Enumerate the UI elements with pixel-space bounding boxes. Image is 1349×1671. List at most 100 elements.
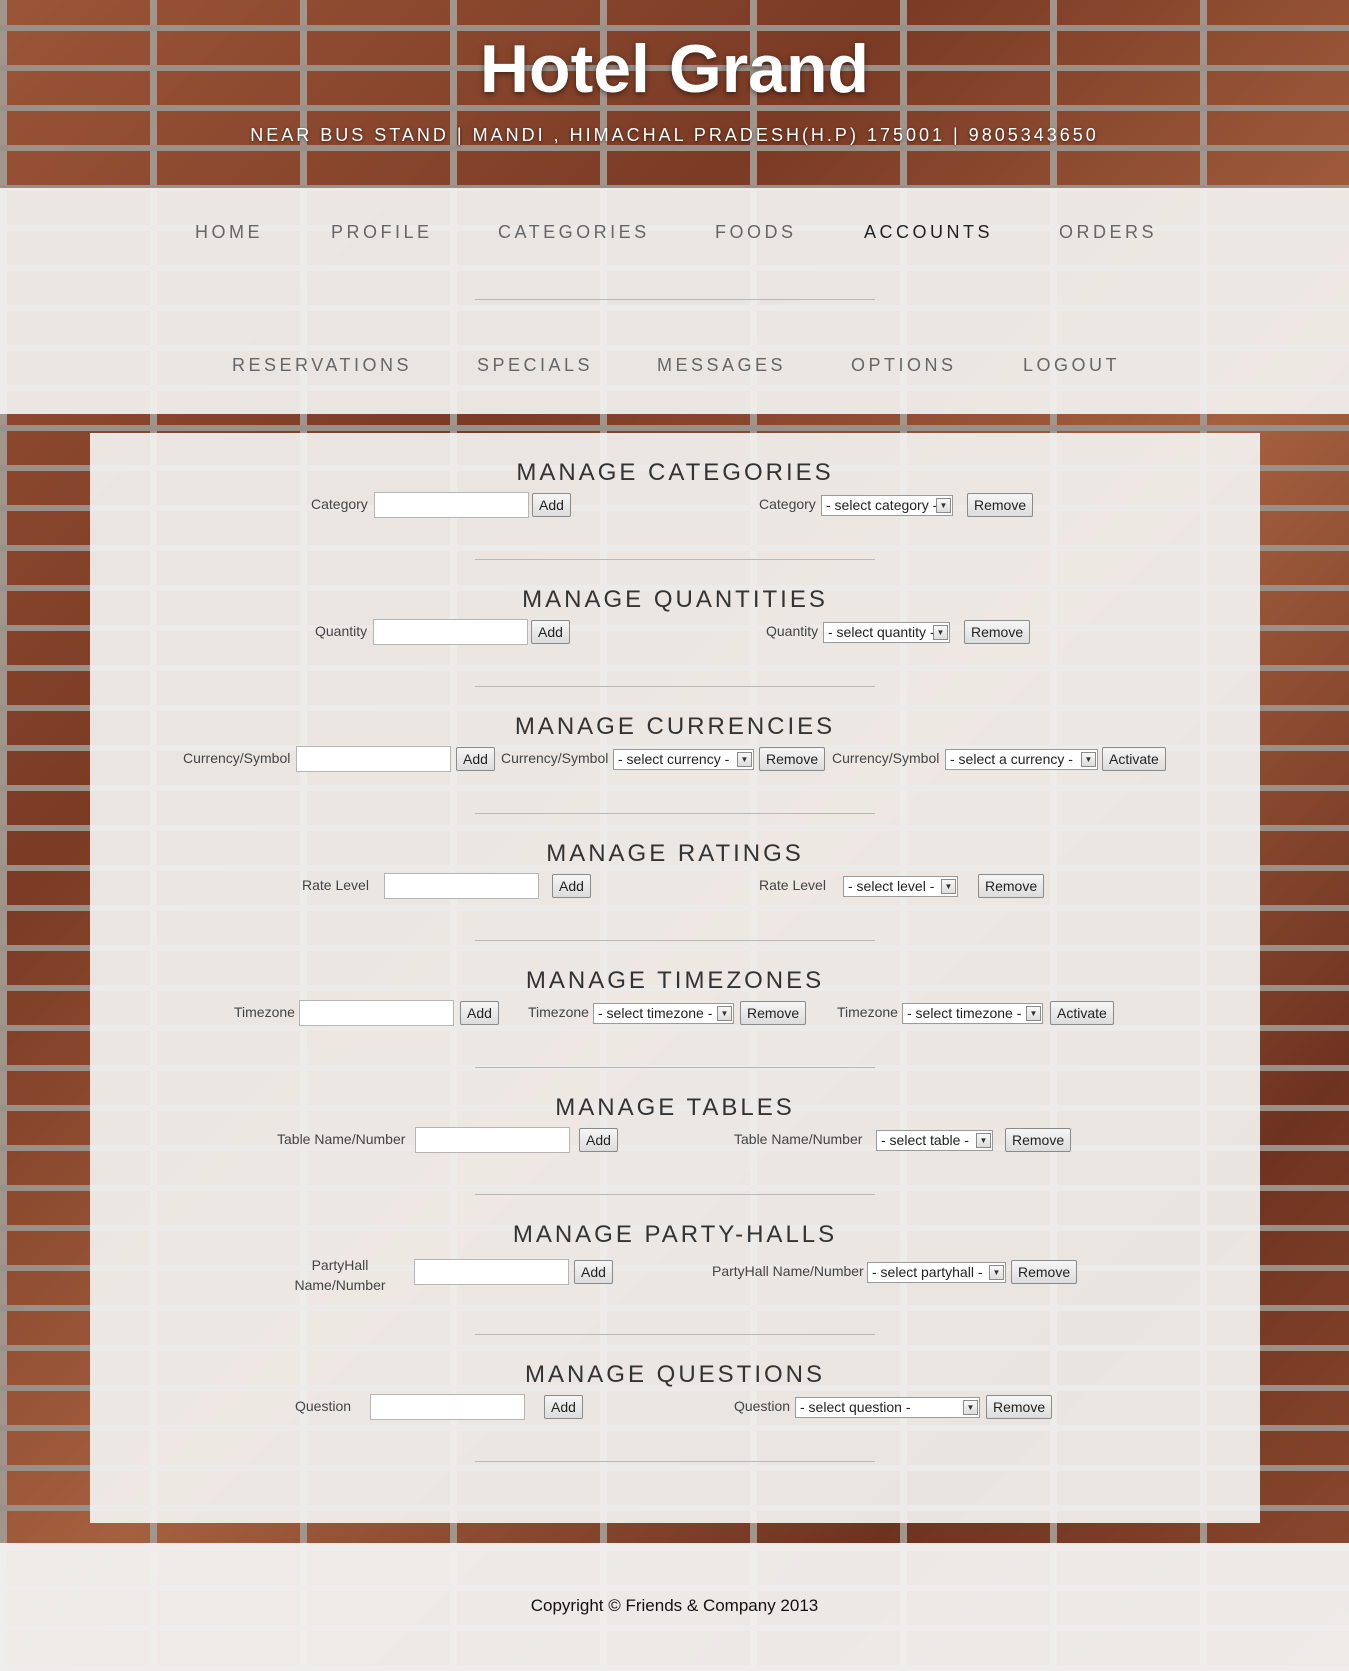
manage-quantities-section: MANAGE QUANTITIES Quantity Add Quantity … <box>90 560 1260 687</box>
partyhall-add-label: PartyHall Name/Number <box>294 1257 386 1293</box>
add-currency-button[interactable]: Add <box>456 747 495 771</box>
remove-partyhall-button[interactable]: Remove <box>1011 1260 1078 1284</box>
partyhall-select[interactable]: - select partyhall - ▼ <box>867 1262 1006 1283</box>
currency-input[interactable] <box>296 746 451 772</box>
nav-specials[interactable]: SPECIALS <box>477 355 593 376</box>
nav-orders[interactable]: ORDERS <box>1059 222 1157 243</box>
section-title: MANAGE QUESTIONS <box>524 1361 826 1388</box>
category-add-label: Category <box>311 496 368 512</box>
timezone-input[interactable] <box>299 1000 454 1026</box>
remove-rating-button[interactable]: Remove <box>978 874 1045 898</box>
quantity-select-value: - select quantity - <box>828 624 935 640</box>
chevron-down-icon: ▼ <box>963 1400 978 1415</box>
table-input[interactable] <box>415 1127 570 1153</box>
chevron-down-icon: ▼ <box>717 1006 732 1021</box>
chevron-down-icon: ▼ <box>989 1265 1004 1280</box>
table-select[interactable]: - select table - ▼ <box>876 1130 993 1151</box>
currency-activate-label: Currency/Symbol <box>832 750 940 766</box>
nav-logout[interactable]: LOGOUT <box>1023 355 1120 376</box>
quantity-input[interactable] <box>373 619 528 645</box>
copyright-text: Copyright © Friends & Company 2013 <box>530 1596 819 1615</box>
currency-select[interactable]: - select currency - ▼ <box>613 749 754 770</box>
section-divider <box>475 1461 875 1462</box>
table-add-label: Table Name/Number <box>277 1131 406 1147</box>
activate-timezone-button[interactable]: Activate <box>1050 1001 1114 1025</box>
remove-table-button[interactable]: Remove <box>1005 1128 1072 1152</box>
site-title: Hotel Grand <box>479 31 870 107</box>
table-select-value: - select table - <box>881 1132 969 1148</box>
add-timezone-button[interactable]: Add <box>460 1001 499 1025</box>
add-question-button[interactable]: Add <box>544 1395 583 1419</box>
nav-home[interactable]: HOME <box>195 222 263 243</box>
rating-select[interactable]: - select level - ▼ <box>843 876 958 897</box>
currency-add-label: Currency/Symbol <box>183 750 291 766</box>
remove-currency-button[interactable]: Remove <box>759 747 826 771</box>
currency-activate-select[interactable]: - select a currency - ▼ <box>945 749 1098 770</box>
category-select[interactable]: - select category - ▼ <box>821 495 953 516</box>
question-remove-label: Question <box>734 1398 791 1414</box>
category-select-value: - select category - <box>826 497 938 513</box>
quantity-remove-label: Quantity <box>766 623 819 639</box>
manage-categories-section: MANAGE CATEGORIES Category Add Category … <box>90 433 1260 560</box>
rate-level-input[interactable] <box>384 873 539 899</box>
manage-currencies-section: MANAGE CURRENCIES Currency/Symbol Add Cu… <box>90 687 1260 814</box>
partyhall-input[interactable] <box>414 1259 569 1285</box>
category-input[interactable] <box>374 492 529 518</box>
quantity-add-label: Quantity <box>315 623 368 639</box>
nav-divider <box>475 299 875 300</box>
section-title: MANAGE QUANTITIES <box>522 586 828 613</box>
question-add-label: Question <box>295 1398 352 1414</box>
nav-options[interactable]: OPTIONS <box>851 355 957 376</box>
category-remove-label: Category <box>759 496 816 512</box>
timezone-activate-select-value: - select timezone - <box>907 1005 1022 1021</box>
chevron-down-icon: ▼ <box>737 752 752 767</box>
timezone-select[interactable]: - select timezone - ▼ <box>593 1003 734 1024</box>
currency-activate-select-value: - select a currency - <box>950 751 1073 767</box>
site-address: NEAR BUS STAND | MANDI , HIMACHAL PRADES… <box>250 125 1099 145</box>
question-select[interactable]: - select question - ▼ <box>795 1397 980 1418</box>
add-rating-button[interactable]: Add <box>552 874 591 898</box>
add-table-button[interactable]: Add <box>579 1128 618 1152</box>
add-category-button[interactable]: Add <box>532 493 571 517</box>
chevron-down-icon: ▼ <box>936 498 951 513</box>
add-quantity-button[interactable]: Add <box>531 620 570 644</box>
section-title: MANAGE CATEGORIES <box>516 459 834 486</box>
remove-category-button[interactable]: Remove <box>967 493 1034 517</box>
nav-foods[interactable]: FOODS <box>715 222 797 243</box>
activate-currency-button[interactable]: Activate <box>1102 747 1166 771</box>
manage-questions-section: MANAGE QUESTIONS Question Add Question -… <box>90 1335 1260 1462</box>
manage-ratings-section: MANAGE RATINGS Rate Level Add Rate Level… <box>90 814 1260 941</box>
timezone-remove-label: Timezone <box>528 1004 589 1020</box>
quantity-select[interactable]: - select quantity - ▼ <box>823 622 950 643</box>
question-select-value: - select question - <box>800 1399 911 1415</box>
chevron-down-icon: ▼ <box>976 1133 991 1148</box>
partyhall-remove-label: PartyHall Name/Number <box>712 1263 864 1279</box>
chevron-down-icon: ▼ <box>941 879 956 894</box>
timezone-select-value: - select timezone - <box>598 1005 713 1021</box>
site-footer: Copyright © Friends & Company 2013 <box>0 1543 1349 1671</box>
rating-select-value: - select level - <box>848 878 935 894</box>
add-partyhall-button[interactable]: Add <box>574 1260 613 1284</box>
chevron-down-icon: ▼ <box>1026 1006 1041 1021</box>
manage-tables-section: MANAGE TABLES Table Name/Number Add Tabl… <box>90 1068 1260 1195</box>
remove-quantity-button[interactable]: Remove <box>964 620 1031 644</box>
section-title: MANAGE TABLES <box>555 1094 795 1121</box>
currency-remove-label: Currency/Symbol <box>501 750 609 766</box>
remove-timezone-button[interactable]: Remove <box>740 1001 807 1025</box>
nav-reservations[interactable]: RESERVATIONS <box>232 355 412 376</box>
section-title: MANAGE TIMEZONES <box>525 967 825 994</box>
nav-accounts[interactable]: ACCOUNTS <box>864 222 993 243</box>
timezone-activate-select[interactable]: - select timezone - ▼ <box>902 1003 1043 1024</box>
nav-messages[interactable]: MESSAGES <box>657 355 786 376</box>
main-navigation: HOME PROFILE CATEGORIES FOODS ACCOUNTS O… <box>0 188 1349 414</box>
nav-profile[interactable]: PROFILE <box>331 222 433 243</box>
rating-add-label: Rate Level <box>302 877 369 893</box>
nav-categories[interactable]: CATEGORIES <box>498 222 650 243</box>
main-content: MANAGE CATEGORIES Category Add Category … <box>90 433 1260 1523</box>
remove-question-button[interactable]: Remove <box>986 1395 1053 1419</box>
rating-remove-label: Rate Level <box>759 877 826 893</box>
site-header: Hotel Grand NEAR BUS STAND | MANDI , HIM… <box>0 0 1349 188</box>
partyhall-select-value: - select partyhall - <box>872 1264 983 1280</box>
question-input[interactable] <box>370 1394 525 1420</box>
timezone-add-label: Timezone <box>234 1004 295 1020</box>
